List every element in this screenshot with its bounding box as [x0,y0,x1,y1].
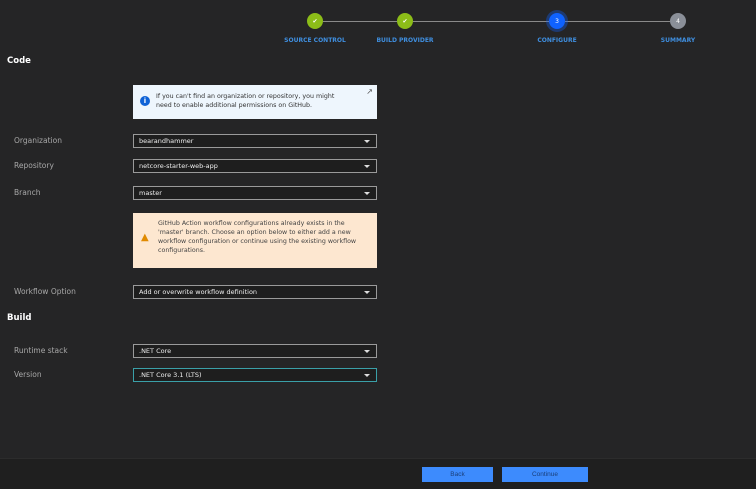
build-heading: Build [7,313,32,323]
organization-label: Organization [14,136,62,145]
branch-value: master [139,189,162,197]
step-connector [565,21,670,22]
version-dropdown[interactable]: .NET Core 3.1 (LTS) [133,368,377,382]
organization-dropdown[interactable]: bearandhammer [133,134,377,148]
step-source-control-check-icon: ✔ [307,13,323,29]
info-banner: i If you can't find an organization or r… [133,85,377,119]
warning-banner: ▲ GitHub Action workflow configurations … [133,213,377,268]
workflow-option-dropdown[interactable]: Add or overwrite workflow definition [133,285,377,299]
footer [0,458,756,489]
continue-button[interactable]: Continue [502,467,588,482]
workflow-option-label: Workflow Option [14,287,76,296]
step-connector [413,21,549,22]
runtime-stack-value: .NET Core [139,347,172,355]
chevron-down-icon [364,165,370,168]
repository-value: netcore-starter-web-app [139,162,218,170]
step-connector [323,21,397,22]
organization-value: bearandhammer [139,137,194,145]
code-heading: Code [7,56,31,66]
back-button[interactable]: Back [422,467,493,482]
chevron-down-icon [364,350,370,353]
repository-label: Repository [14,161,54,170]
chevron-down-icon [364,192,370,195]
chevron-down-icon [364,140,370,143]
info-text: If you can't find an organization or rep… [156,93,335,109]
step-label[interactable]: SUMMARY [661,37,695,44]
warning-icon: ▲ [141,232,149,243]
step-configure-indicator: 3 [549,13,565,29]
external-link-icon[interactable]: ↗ [366,87,373,96]
runtime-stack-label: Runtime stack [14,346,68,355]
runtime-stack-dropdown[interactable]: .NET Core [133,344,377,358]
info-icon: i [140,96,150,106]
step-build-provider-check-icon: ✔ [397,13,413,29]
version-label: Version [14,370,42,379]
step-label[interactable]: SOURCE CONTROL [284,37,346,44]
step-label[interactable]: BUILD PROVIDER [376,37,433,44]
chevron-down-icon [364,374,370,377]
workflow-option-value: Add or overwrite workflow definition [139,288,258,296]
chevron-down-icon [364,291,370,294]
version-value: .NET Core 3.1 (LTS) [139,371,202,379]
branch-dropdown[interactable]: master [133,186,377,200]
repository-dropdown[interactable]: netcore-starter-web-app [133,159,377,173]
warning-text: GitHub Action workflow configurations al… [158,220,357,254]
step-summary-indicator: 4 [670,13,686,29]
branch-label: Branch [14,188,41,197]
step-label[interactable]: CONFIGURE [537,37,576,44]
